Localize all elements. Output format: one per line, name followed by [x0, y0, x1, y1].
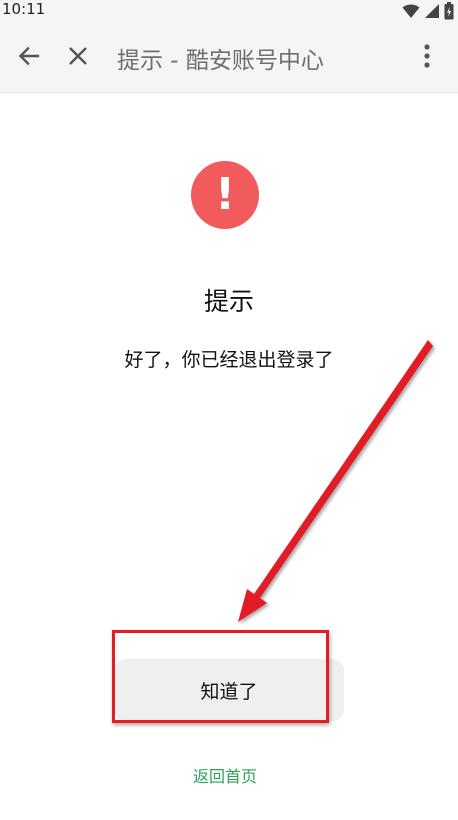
- annotation-arrow: [238, 340, 433, 622]
- home-link[interactable]: 返回首页: [0, 763, 450, 787]
